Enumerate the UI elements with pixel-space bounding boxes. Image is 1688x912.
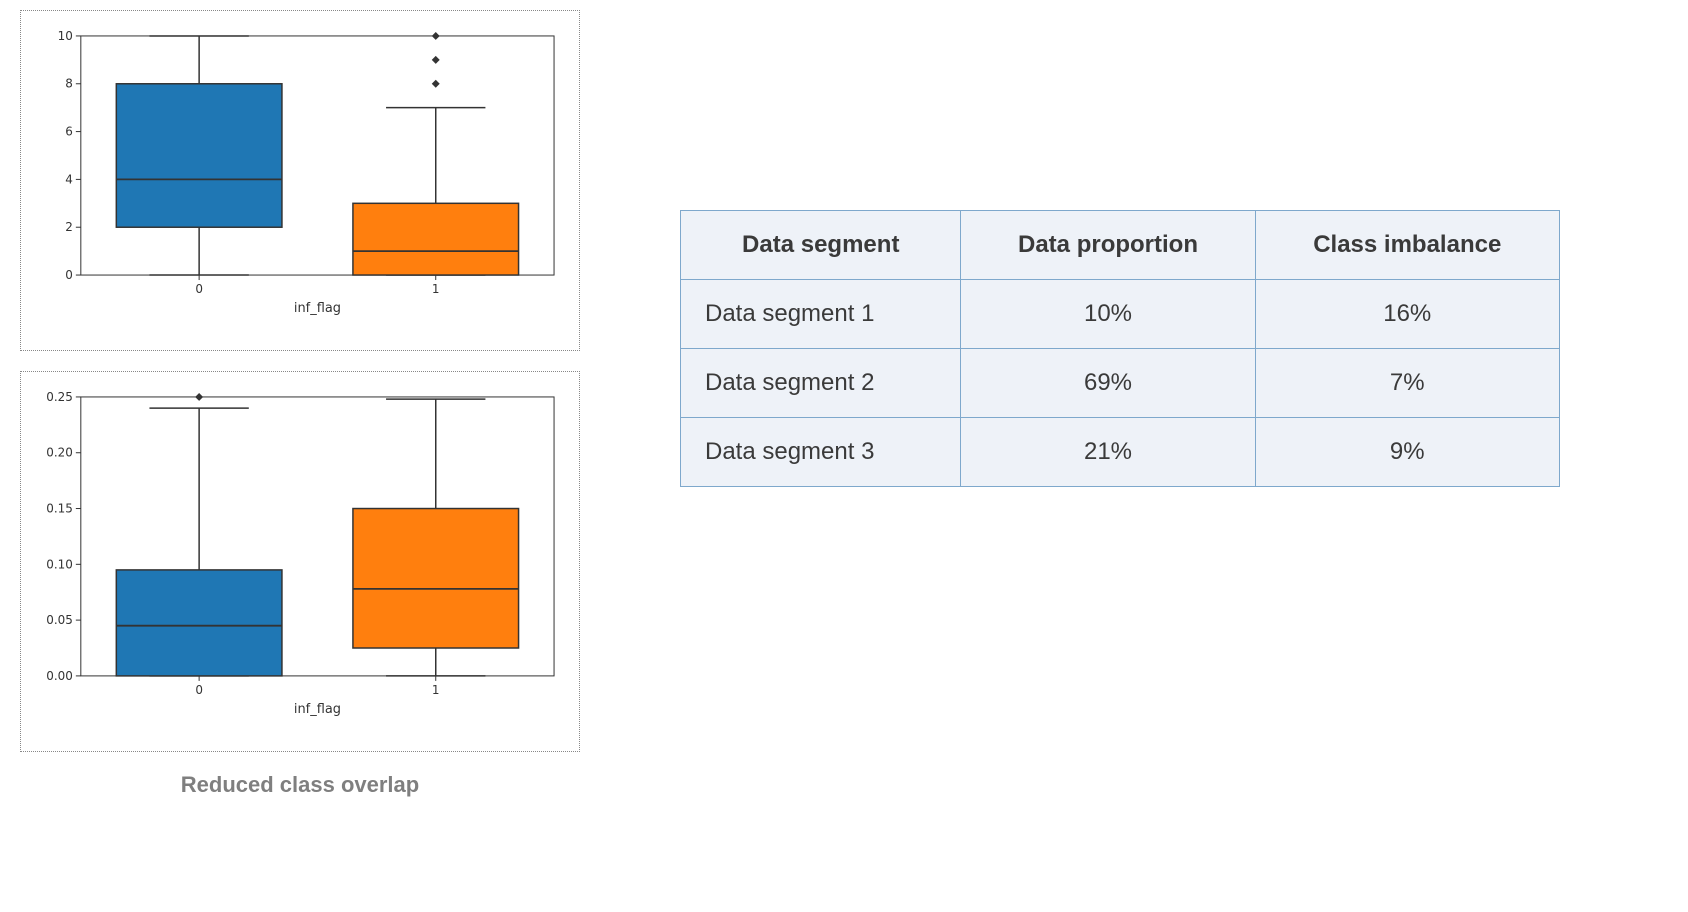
table-header: Data segment	[681, 211, 961, 280]
table-header-row: Data segment Data proportion Class imbal…	[681, 211, 1560, 280]
caption: Reduced class overlap	[20, 772, 580, 798]
table-cell: 7%	[1255, 349, 1559, 418]
boxplot-bottom: 0.00 0.05 0.10 0.15 0.20 0.25 0 1 inf_flag	[20, 371, 580, 752]
svg-text:inf_flag: inf_flag	[294, 702, 341, 717]
table-cell: Data segment 3	[681, 418, 961, 487]
svg-text:0.10: 0.10	[46, 557, 73, 571]
table-cell: Data segment 1	[681, 280, 961, 349]
svg-text:8: 8	[65, 77, 73, 91]
table-header: Data proportion	[961, 211, 1255, 280]
svg-text:0.00: 0.00	[46, 669, 73, 683]
table-cell: 21%	[961, 418, 1255, 487]
data-segment-table: Data segment Data proportion Class imbal…	[680, 210, 1560, 487]
svg-text:6: 6	[65, 125, 73, 139]
svg-text:10: 10	[58, 29, 73, 43]
left-column: 024681001inf_flag 0.000.050.100.150.200.…	[20, 10, 580, 798]
boxplot-top-svg: 0 2 4 6 8 10 0 1 inf_flag	[31, 21, 569, 320]
svg-text:0: 0	[195, 683, 203, 697]
table-cell: 9%	[1255, 418, 1559, 487]
boxplot-top: 0 2 4 6 8 10 0 1 inf_flag	[20, 10, 580, 351]
svg-text:0: 0	[65, 268, 73, 282]
svg-text:0.15: 0.15	[46, 501, 73, 515]
boxplot-bottom-svg: 0.00 0.05 0.10 0.15 0.20 0.25 0 1 inf_flag	[31, 382, 569, 721]
table-row: Data segment 269%7%	[681, 349, 1560, 418]
table-cell: 69%	[961, 349, 1255, 418]
svg-text:2: 2	[65, 220, 73, 234]
table-cell: Data segment 2	[681, 349, 961, 418]
svg-text:0.20: 0.20	[46, 446, 73, 460]
table-cell: 10%	[961, 280, 1255, 349]
svg-text:0: 0	[195, 282, 203, 296]
table-header: Class imbalance	[1255, 211, 1559, 280]
right-column: Data segment Data proportion Class imbal…	[680, 210, 1560, 487]
table-cell: 16%	[1255, 280, 1559, 349]
svg-text:1: 1	[432, 282, 440, 296]
svg-text:4: 4	[65, 172, 73, 186]
svg-text:0.05: 0.05	[46, 613, 73, 627]
table-row: Data segment 110%16%	[681, 280, 1560, 349]
svg-text:inf_flag: inf_flag	[294, 301, 341, 316]
svg-text:1: 1	[432, 683, 440, 697]
svg-text:0.25: 0.25	[46, 390, 73, 404]
table-row: Data segment 321%9%	[681, 418, 1560, 487]
